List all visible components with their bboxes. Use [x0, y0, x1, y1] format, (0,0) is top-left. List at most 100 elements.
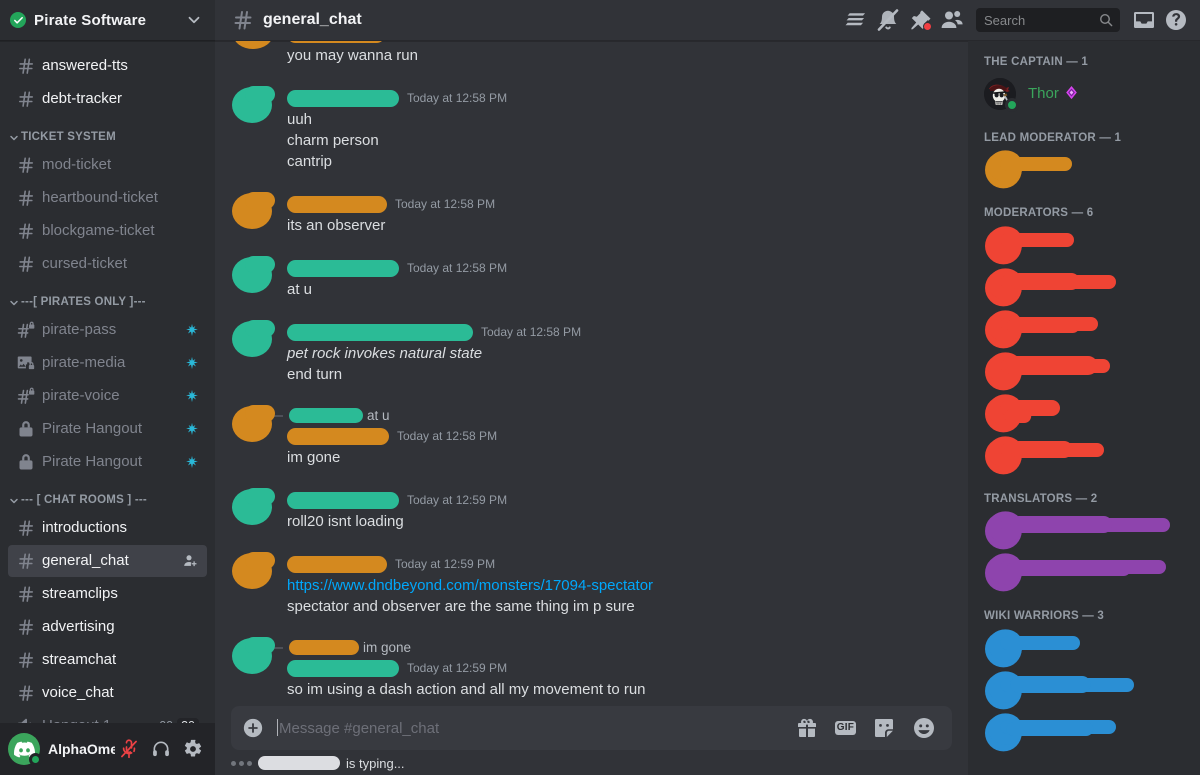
member-row-redacted[interactable]	[976, 434, 1192, 476]
avatar[interactable]	[231, 192, 275, 236]
gift-icon[interactable]	[795, 716, 819, 740]
redacted-member-blob	[984, 710, 1124, 754]
message[interactable]: Today at 12:58 PM its an observer	[215, 191, 968, 238]
notification-bell-muted-icon[interactable]	[872, 4, 904, 36]
member-row-redacted[interactable]	[976, 627, 1192, 669]
message[interactable]: you may wanna run	[215, 41, 968, 68]
sidebar-item-introductions[interactable]: introductions	[8, 512, 207, 544]
avatar[interactable]	[984, 77, 1019, 112]
sidebar-item-hangout-1[interactable]: Hangout 100 30	[8, 710, 207, 723]
sidebar-item-pirate-media[interactable]: pirate-media	[8, 347, 207, 379]
member-row-redacted[interactable]	[976, 392, 1192, 434]
message-timestamp: Today at 12:59 PM	[407, 493, 508, 507]
member-row-redacted[interactable]	[976, 308, 1192, 350]
member-row-redacted[interactable]	[976, 711, 1192, 753]
reply-inner: im gone	[289, 639, 412, 655]
message-composer[interactable]: Message #general_chat GIF	[231, 706, 952, 750]
microphone-muted-icon[interactable]	[115, 735, 143, 763]
avatar[interactable]	[231, 86, 275, 130]
sidebar-item-general-chat[interactable]: general_chat	[8, 545, 207, 577]
guild-name: Pirate Software	[34, 11, 147, 29]
add-member-icon[interactable]	[183, 553, 199, 569]
composer-buttons: GIF	[795, 716, 936, 740]
help-icon[interactable]	[1160, 4, 1192, 36]
sidebar-item-pirate-hangout[interactable]: Pirate Hangout	[8, 446, 207, 478]
topbar-actions	[840, 4, 1192, 36]
avatar[interactable]	[231, 405, 275, 449]
inbox-icon[interactable]	[1128, 4, 1160, 36]
nitro-badge-icon[interactable]	[1064, 85, 1079, 100]
message[interactable]: Today at 12:58 PM uuh charm person cantrip	[215, 85, 968, 174]
chevron-down-icon[interactable]	[185, 11, 203, 29]
guild-header[interactable]: Pirate Software	[0, 0, 215, 41]
channel-trailing	[183, 553, 199, 569]
member-row-redacted[interactable]	[976, 350, 1192, 392]
message-list[interactable]: you may wanna run Today at 12:58 PM uuh cha…	[215, 41, 968, 706]
member-list-icon[interactable]	[936, 4, 968, 36]
avatar[interactable]	[231, 320, 275, 364]
reply-context[interactable]: at u	[231, 406, 920, 424]
member-row-redacted[interactable]	[976, 148, 1192, 190]
redacted-avatar-blob	[232, 320, 275, 357]
avatar[interactable]	[231, 488, 275, 532]
user-panel: AlphaOme...	[0, 723, 215, 775]
channel-category-pirates-only[interactable]: ---[ PIRATES ONLY ]---	[0, 281, 215, 313]
channel-name: answered-tts	[42, 57, 128, 74]
member-row-thor[interactable]: Thor	[976, 73, 1192, 115]
redacted-blob	[985, 712, 1116, 751]
reply-preview-text: im gone	[363, 639, 412, 655]
avatar[interactable]	[8, 733, 42, 766]
add-attachment-icon[interactable]	[231, 706, 275, 750]
sticker-icon[interactable]	[872, 716, 896, 740]
member-row-redacted[interactable]	[976, 551, 1192, 593]
avatar[interactable]	[231, 552, 275, 596]
message[interactable]: Today at 12:58 PM at u	[215, 255, 968, 302]
message[interactable]: Today at 12:58 PM pet rock invokes natura…	[215, 319, 968, 387]
message[interactable]: Today at 12:59 PM https://www.dndbeyond.c…	[215, 551, 968, 619]
channel-category-ticket-system[interactable]: TICKET SYSTEM	[0, 116, 215, 148]
channel-category-chat-rooms[interactable]: --- [ CHAT ROOMS ] ---	[0, 479, 215, 511]
threads-icon[interactable]	[840, 4, 872, 36]
gear-icon[interactable]	[179, 735, 207, 763]
sidebar-item-pirate-pass[interactable]: pirate-pass	[8, 314, 207, 346]
avatar[interactable]	[231, 637, 275, 681]
sidebar-item-blockgame-ticket[interactable]: blockgame-ticket	[8, 215, 207, 247]
member-list-panel[interactable]: THE CAPTAIN — 1 Thor LEAD MODERATOR — 1 MOD…	[968, 41, 1200, 775]
reply-preview-text: at u	[367, 407, 390, 423]
member-row-redacted[interactable]	[976, 669, 1192, 711]
avatar[interactable]	[231, 256, 275, 300]
emoji-icon[interactable]	[912, 716, 936, 740]
sidebar-item-mod-ticket[interactable]: mod-ticket	[8, 149, 207, 181]
sidebar-item-debt-tracker[interactable]: debt-tracker	[8, 83, 207, 115]
sidebar-item-pirate-voice[interactable]: pirate-voice	[8, 380, 207, 412]
member-row-redacted[interactable]	[976, 509, 1192, 551]
message-timestamp: Today at 12:58 PM	[481, 325, 582, 339]
message[interactable]: im gone Today at 12:59 PM so im using a da…	[215, 636, 968, 702]
reply-context[interactable]: im gone	[231, 638, 920, 656]
message[interactable]: Today at 12:59 PM roll20 isnt loading	[215, 487, 968, 534]
sidebar-item-pirate-hangout[interactable]: Pirate Hangout	[8, 413, 207, 445]
channel-list[interactable]: answered-tts debt-tracker TICKET SYSTEM mod…	[0, 41, 215, 723]
message-link-line[interactable]: https://www.dndbeyond.com/monsters/17094…	[287, 575, 920, 596]
sidebar-item-cursed-ticket[interactable]: cursed-ticket	[8, 248, 207, 280]
message-link[interactable]: https://www.dndbeyond.com/monsters/17094…	[287, 577, 653, 594]
typing-indicator: is typing...	[215, 751, 968, 775]
message-input[interactable]: Message #general_chat	[275, 719, 795, 737]
avatar[interactable]	[231, 41, 275, 66]
search-box[interactable]	[976, 8, 1120, 32]
sidebar-item-answered-tts[interactable]: answered-tts	[8, 50, 207, 82]
pinned-messages-icon[interactable]	[904, 4, 936, 36]
sidebar-item-streamclips[interactable]: streamclips	[8, 578, 207, 610]
sidebar-item-heartbound-ticket[interactable]: heartbound-ticket	[8, 182, 207, 214]
redacted-member-blob	[984, 147, 1080, 191]
message[interactable]: at u Today at 12:58 PM im gone	[215, 404, 968, 470]
member-row-redacted[interactable]	[976, 266, 1192, 308]
search-input[interactable]	[984, 12, 1098, 28]
headphones-icon[interactable]	[147, 735, 175, 763]
gif-icon[interactable]: GIF	[834, 716, 856, 740]
message-input-placeholder: Message #general_chat	[279, 720, 440, 737]
sidebar-item-streamchat[interactable]: streamchat	[8, 644, 207, 676]
sidebar-item-advertising[interactable]: advertising	[8, 611, 207, 643]
sidebar-item-voice-chat[interactable]: voice_chat	[8, 677, 207, 709]
member-row-redacted[interactable]	[976, 224, 1192, 266]
